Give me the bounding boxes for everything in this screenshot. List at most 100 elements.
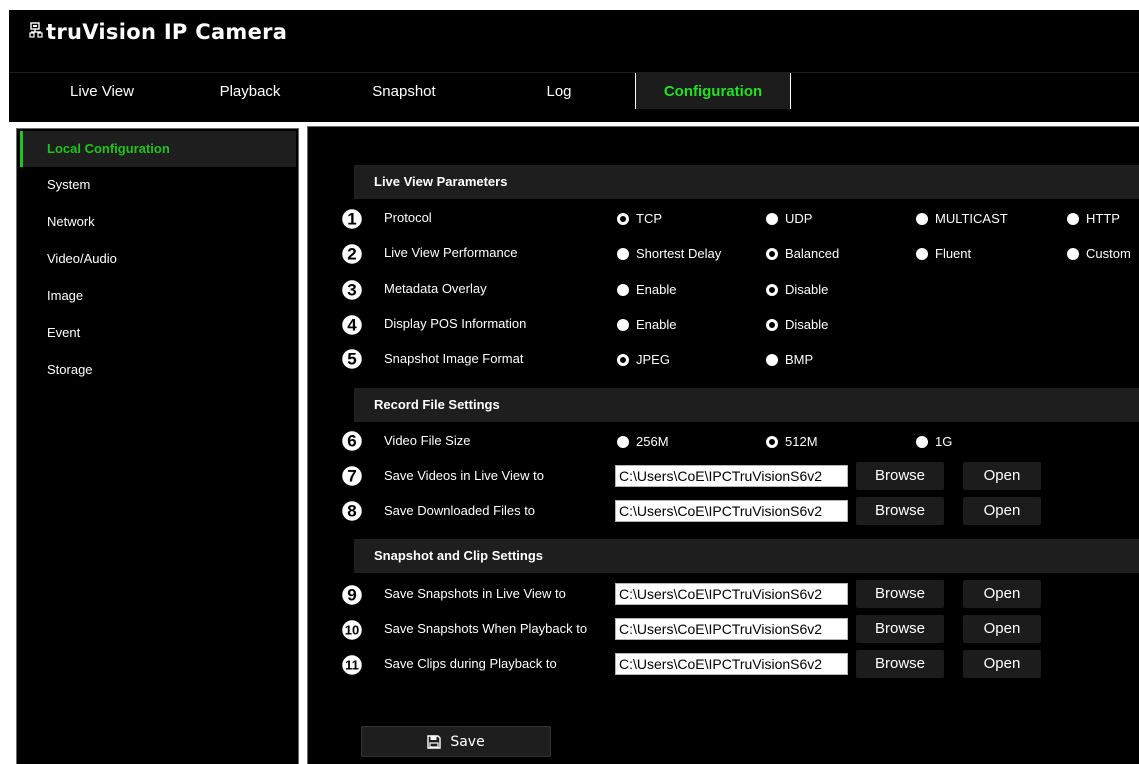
save-clips-path-input[interactable] (615, 653, 848, 675)
open-button[interactable]: Open (963, 580, 1041, 608)
radio-indicator (1067, 212, 1079, 225)
section-live-view-parameters: Live View Parameters (354, 165, 1139, 199)
radio-indicator (617, 435, 629, 448)
file-size-option-label: 256M (636, 434, 669, 449)
protocol-option-selected[interactable]: TCP (617, 211, 662, 226)
snapshot-format-option-label: BMP (785, 352, 814, 367)
radio-indicator (916, 247, 928, 260)
sidebar-item-local-configuration[interactable]: Local Configuration (20, 131, 296, 167)
save-videos-label: Save Videos in Live View to (384, 468, 544, 483)
file-size-option-selected[interactable]: 512M (766, 434, 818, 449)
circled-number-icon: 7 (340, 464, 364, 488)
floppy-disk-icon (427, 734, 442, 749)
save-clips-label: Save Clips during Playback to (384, 656, 557, 671)
svg-text:6: 6 (347, 432, 356, 451)
section-record-file-settings: Record File Settings (354, 388, 1139, 422)
circled-number-icon: 8 (340, 499, 364, 523)
file-size-label: Video File Size (384, 433, 471, 448)
metadata-label: Metadata Overlay (384, 281, 487, 296)
tab-log[interactable]: Log (519, 73, 599, 109)
section-snapshot-and-clip-settings: Snapshot and Clip Settings (354, 539, 1139, 573)
protocol-option-label: UDP (785, 211, 813, 226)
save-snapshots-playback-label: Save Snapshots When Playback to (384, 621, 588, 636)
circled-number-icon: 9 (340, 583, 364, 607)
svg-text:5: 5 (347, 350, 356, 369)
performance-option-label: Balanced (785, 246, 840, 261)
network-logo-icon (29, 22, 43, 38)
tab-playback[interactable]: Playback (195, 73, 305, 109)
circled-number-icon: 5 (340, 347, 364, 371)
pos-option-selected[interactable]: Disable (766, 317, 828, 332)
open-button[interactable]: Open (963, 615, 1041, 643)
save-button-label: Save (450, 733, 485, 750)
open-button[interactable]: Open (963, 650, 1041, 678)
performance-option-label: Fluent (935, 246, 972, 261)
browse-button[interactable]: Browse (856, 650, 944, 678)
protocol-label: Protocol (384, 210, 432, 225)
svg-text:4: 4 (347, 316, 357, 335)
radio-indicator (766, 212, 778, 225)
tab-snapshot[interactable]: Snapshot (349, 73, 459, 109)
svg-text:9: 9 (347, 586, 356, 605)
metadata-option[interactable]: Enable (617, 282, 676, 297)
save-button[interactable]: Save (361, 726, 551, 757)
protocol-option[interactable]: HTTP (1067, 211, 1120, 226)
snapshot-format-option-label: JPEG (636, 352, 670, 367)
file-size-option[interactable]: 1G (916, 434, 952, 449)
brand-name: truVision IP Camera (46, 20, 288, 44)
circled-number-icon: 11 (340, 653, 364, 677)
browse-button[interactable]: Browse (856, 462, 944, 490)
radio-indicator (766, 435, 778, 448)
circled-number-icon: 10 (340, 618, 364, 642)
pos-option-label: Disable (785, 317, 829, 332)
performance-option[interactable]: Fluent (916, 246, 971, 261)
svg-text:3: 3 (347, 281, 356, 300)
metadata-option-label: Enable (636, 282, 677, 297)
radio-indicator (617, 247, 629, 260)
radio-indicator (617, 318, 629, 331)
sidebar-item-storage[interactable]: Storage (20, 352, 296, 388)
open-button[interactable]: Open (963, 462, 1041, 490)
sidebar-item-system[interactable]: System (20, 167, 296, 203)
radio-indicator (617, 212, 629, 225)
nav-spacer (9, 109, 1139, 122)
browse-button[interactable]: Browse (856, 615, 944, 643)
protocol-option[interactable]: MULTICAST (916, 211, 1008, 226)
save-snapshots-playback-path-input[interactable] (615, 618, 848, 640)
snapshot-format-option[interactable]: BMP (766, 352, 813, 367)
tab-live-view[interactable]: Live View (37, 73, 167, 109)
performance-option[interactable]: Shortest Delay (617, 246, 721, 261)
local-configuration-panel: Live View Parameters 1 Protocol TCP UDP … (307, 126, 1139, 764)
main-nav: Live View Playback Snapshot Log Configur… (9, 72, 1139, 110)
radio-indicator (766, 318, 778, 331)
save-downloads-path-input[interactable] (615, 500, 848, 522)
metadata-option-selected[interactable]: Disable (766, 282, 828, 297)
svg-text:11: 11 (345, 658, 359, 673)
snapshot-format-option-selected[interactable]: JPEG (617, 352, 670, 367)
svg-text:1: 1 (347, 210, 356, 229)
sidebar-item-video-audio[interactable]: Video/Audio (20, 241, 296, 277)
sidebar-item-event[interactable]: Event (20, 315, 296, 351)
performance-option-selected[interactable]: Balanced (766, 246, 839, 261)
sidebar-item-network[interactable]: Network (20, 204, 296, 240)
file-size-option[interactable]: 256M (617, 434, 669, 449)
open-button[interactable]: Open (963, 497, 1041, 525)
browse-button[interactable]: Browse (856, 580, 944, 608)
file-size-option-label: 1G (935, 434, 953, 449)
snapshot-format-label: Snapshot Image Format (384, 351, 524, 366)
pos-option[interactable]: Enable (617, 317, 676, 332)
performance-option[interactable]: Custom (1067, 246, 1131, 261)
performance-label: Live View Performance (384, 245, 518, 260)
save-snapshots-live-path-input[interactable] (615, 583, 848, 605)
save-videos-path-input[interactable] (615, 465, 848, 487)
performance-option-label: Custom (1086, 246, 1131, 261)
tab-configuration[interactable]: Configuration (635, 73, 791, 110)
sidebar-item-image[interactable]: Image (20, 278, 296, 314)
circled-number-icon: 4 (340, 313, 364, 337)
radio-indicator (766, 247, 778, 260)
svg-text:2: 2 (347, 245, 356, 264)
protocol-option[interactable]: UDP (766, 211, 812, 226)
radio-indicator (766, 283, 778, 296)
radio-indicator (916, 435, 928, 448)
browse-button[interactable]: Browse (856, 497, 944, 525)
